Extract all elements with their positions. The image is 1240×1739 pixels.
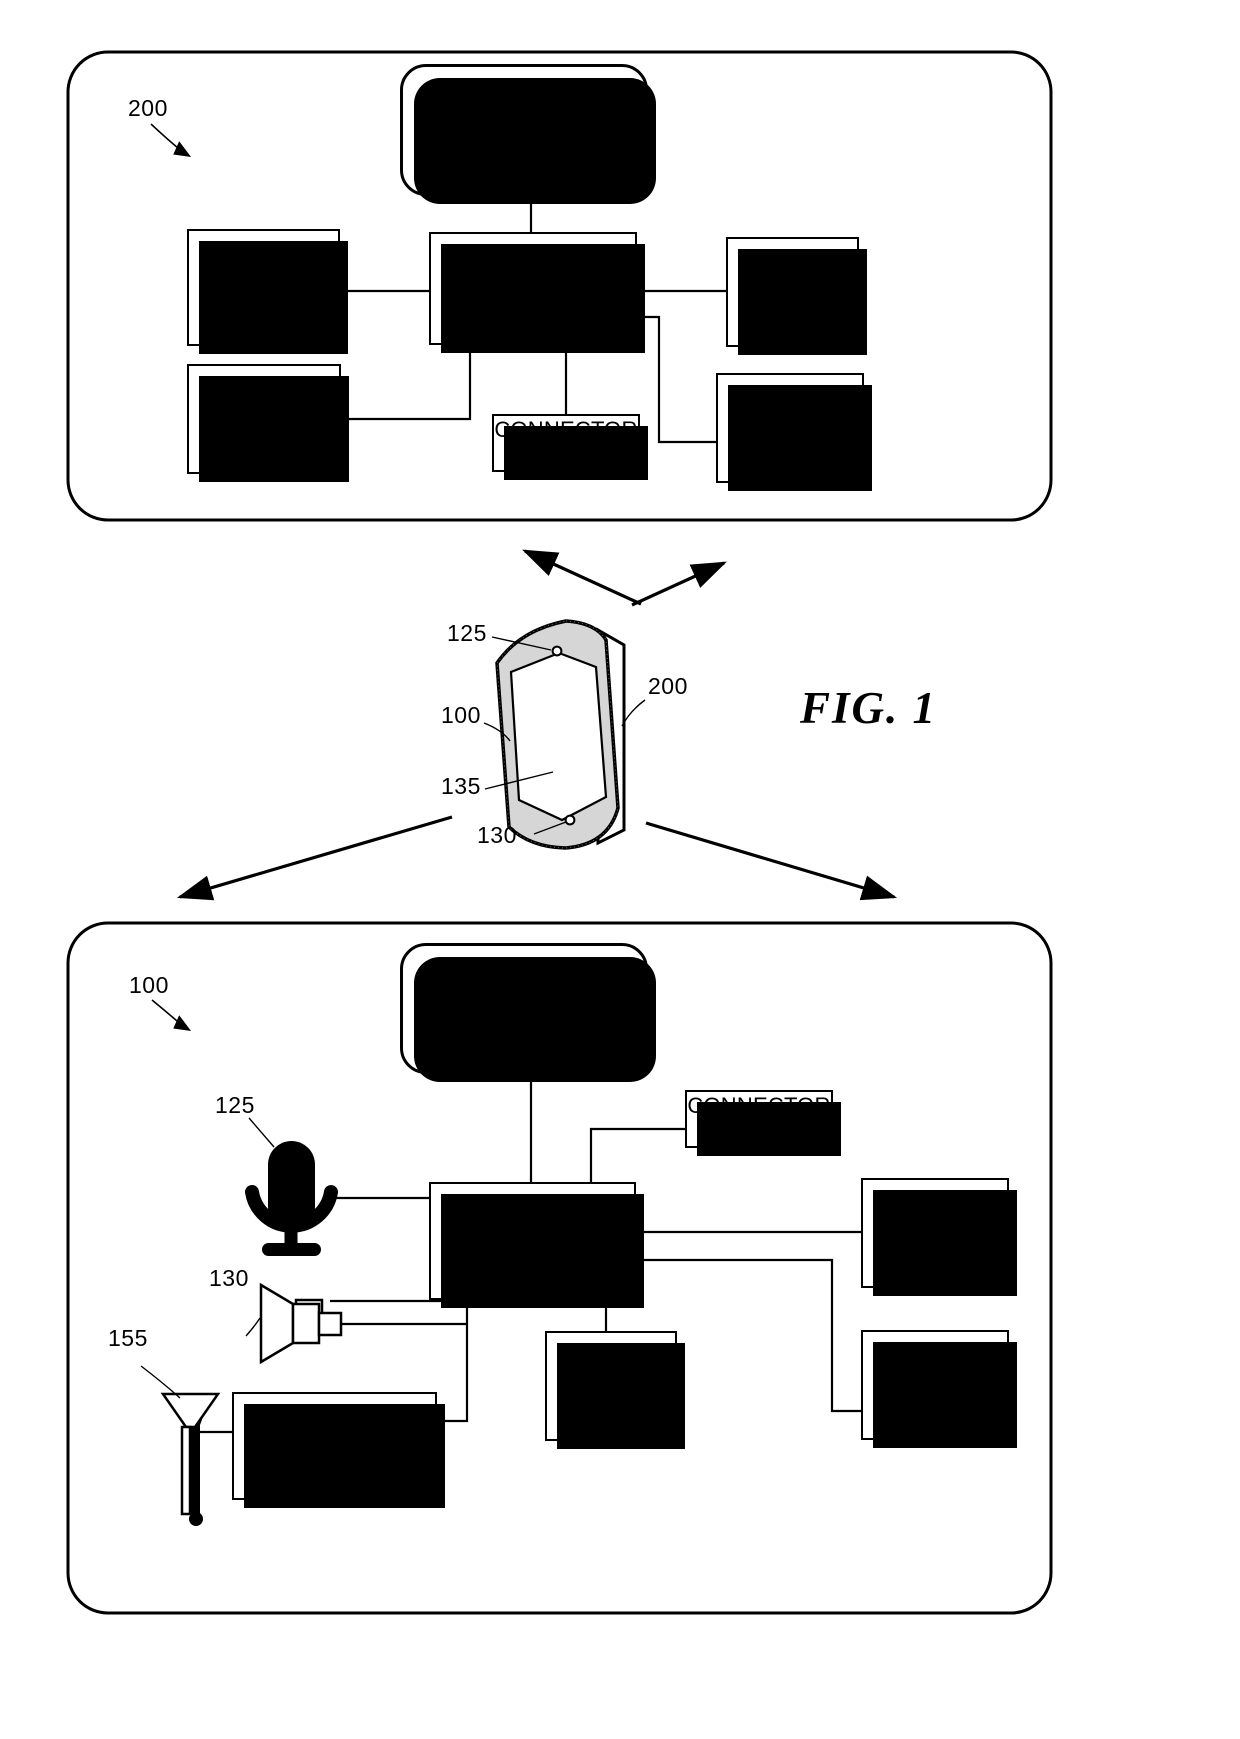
security-application-line2: APPLICATION	[452, 995, 596, 1021]
processor-115-label: PROCESSOR	[461, 1215, 604, 1241]
biometric-sensor-140-box[interactable]: BIOMETRIC SENSOR 140	[861, 1178, 1017, 1296]
arrow-up-left	[522, 549, 642, 606]
connector-145-label: CONNECTOR	[687, 1093, 831, 1119]
antenna-icon	[140, 1365, 221, 1526]
ref-125-microphone: 125	[215, 1092, 255, 1118]
ref-125-microphone-phone: 125	[447, 620, 487, 646]
phone-earpiece-dot	[551, 645, 563, 657]
ref-130-speaker: 130	[209, 1265, 249, 1291]
memory-120-box[interactable]: MEMORY 120	[545, 1331, 685, 1449]
biometric-sensor-215-num: 215	[244, 300, 283, 326]
ref-200-wallet-device: 200	[648, 673, 688, 699]
memory-210-box[interactable]: MEMORY 210	[726, 237, 867, 355]
connector-225-num: 225	[547, 443, 585, 468]
ref-135-display: 135	[441, 773, 481, 799]
arrow-up-right	[631, 561, 727, 607]
scanning-device-220-box[interactable]: SCANNING DEVICE 220	[187, 364, 349, 482]
smart-wallet-application-box[interactable]: SMART WALLET APPLICATION 230	[400, 64, 656, 204]
connector-processor-magnetic	[637, 315, 716, 444]
figure-label: FIG. 1	[800, 683, 938, 733]
transceiver-150-label: TRANSCEIVER	[255, 1420, 414, 1446]
connector-processor-connector145	[589, 1127, 685, 1182]
motion-sensor-142-line2: SENSOR	[887, 1372, 983, 1398]
ref-100-device: 100	[441, 702, 481, 728]
connector-145-num: 145	[740, 1119, 778, 1144]
scanning-device-220-line2: DEVICE	[222, 406, 306, 432]
ref-130-speaker-phone: 130	[477, 822, 517, 848]
memory-210-num: 210	[773, 292, 812, 317]
connector-processor-transceiver	[437, 1300, 469, 1423]
smart-wallet-application-line1: SMART WALLET	[439, 90, 609, 116]
scanning-device-220-num: 220	[245, 431, 283, 457]
processor-205-box[interactable]: PROCESSOR 205	[429, 232, 645, 353]
patent-figure-page: SMART WALLET APPLICATION 230 BIOMETRIC S…	[0, 0, 1240, 1739]
processor-115-box[interactable]: PROCESSOR 115	[429, 1182, 644, 1308]
memory-120-label: MEMORY	[561, 1360, 661, 1386]
magnetic-source-222-line1: MAGNETIC	[731, 389, 849, 415]
smart-wallet-application-line2: APPLICATION	[452, 116, 596, 142]
magnetic-source-222-box[interactable]: MAGNETIC SOURCE 222	[716, 373, 872, 491]
processor-115-num: 115	[514, 1241, 551, 1266]
processor-205-label: PROCESSOR	[461, 262, 605, 288]
smart-wallet-application-num: 230	[505, 143, 543, 169]
connector-145-box[interactable]: CONNECTOR 145	[685, 1090, 841, 1156]
biometric-sensor-140-line1: BIOMETRIC	[872, 1194, 998, 1220]
transceiver-150-box[interactable]: TRANSCEIVER 150	[232, 1392, 445, 1508]
smartphone-illustration	[483, 619, 646, 850]
scanning-device-220-line1: SCANNING	[205, 380, 323, 406]
security-application-num: 160	[505, 1021, 543, 1047]
memory-120-num: 120	[592, 1386, 630, 1411]
arrow-down-right	[645, 821, 898, 901]
biometric-sensor-215-line2: SENSOR	[216, 274, 311, 300]
biometric-sensor-215-line1: BIOMETRIC	[201, 248, 326, 274]
motion-sensor-142-line1: MOTION	[890, 1346, 980, 1372]
security-application-box[interactable]: SECURITY APPLICATION 160	[400, 943, 656, 1082]
magnetic-source-222-num: 222	[771, 440, 809, 466]
biometric-sensor-215-box[interactable]: BIOMETRIC SENSOR 215	[187, 229, 348, 354]
ref-100-bottom-panel: 100	[129, 972, 169, 998]
ref-200-top-panel: 200	[128, 95, 168, 121]
connector-225-box[interactable]: CONNECTOR 225	[492, 414, 648, 480]
phone-speaker-dot	[564, 814, 576, 826]
magnetic-source-222-line2: SOURCE	[742, 415, 838, 441]
transceiver-150-num: 150	[315, 1446, 354, 1471]
connector-scanning-processor	[341, 345, 472, 421]
security-application-line1: SECURITY	[468, 968, 580, 994]
motion-sensor-142-num: 142	[916, 1397, 954, 1423]
biometric-sensor-140-line2: SENSOR	[887, 1220, 983, 1246]
microphone-icon	[245, 1117, 338, 1256]
ref-155-antenna: 155	[108, 1325, 148, 1351]
processor-205-num: 205	[514, 288, 552, 314]
arrow-down-left	[176, 815, 453, 901]
biometric-sensor-140-num: 140	[916, 1245, 954, 1271]
connector-225-label: CONNECTOR	[494, 417, 638, 443]
motion-sensor-142-box[interactable]: MOTION SENSOR 142	[861, 1330, 1017, 1448]
memory-210-label: MEMORY	[742, 266, 843, 292]
